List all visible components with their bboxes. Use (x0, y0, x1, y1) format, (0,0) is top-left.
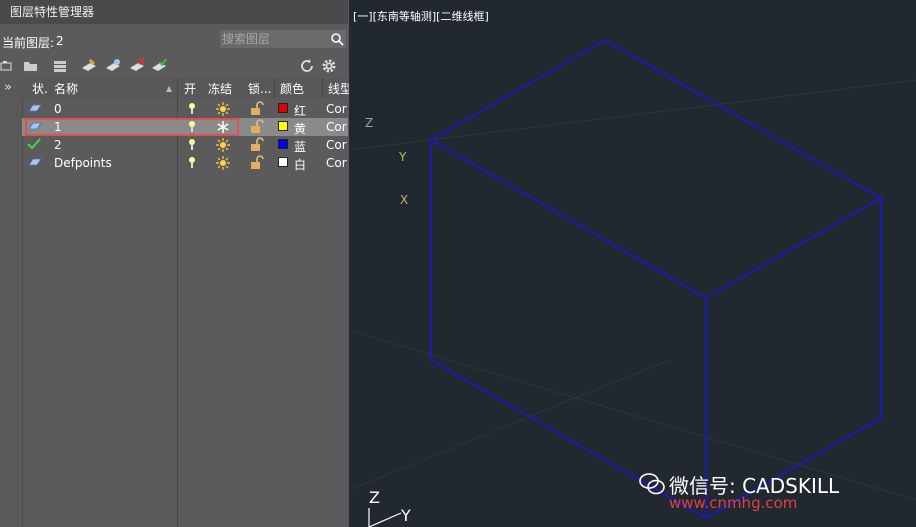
layer-row-0[interactable]: 0 红 Cor (22, 100, 348, 118)
sort-arrow-icon: ▲ (166, 84, 173, 93)
layer-name[interactable]: Defpoints (54, 156, 112, 170)
col-on[interactable]: 开 (184, 80, 196, 97)
new-layer-icon[interactable] (80, 57, 98, 75)
current-layer-label: 当前图层: (2, 36, 55, 50)
color-swatch-blue[interactable] (278, 139, 288, 149)
current-layer-value: 2 (56, 34, 64, 48)
col-name[interactable]: 名称 (54, 80, 78, 97)
new-vp-frozen-layer-icon[interactable] (104, 57, 122, 75)
linetype-name[interactable]: Cor (326, 102, 347, 116)
color-swatch-yellow[interactable] (278, 121, 288, 131)
linetype-name[interactable]: Cor (326, 156, 347, 170)
layer-list: 状. 名称 ▲ 开 冻结 锁... 颜色 线型 0 红 Cor 1 黄 Cor … (22, 78, 352, 527)
group-filter-icon[interactable] (22, 57, 40, 75)
col-lock[interactable]: 锁... (248, 80, 271, 97)
lock-open-icon[interactable] (250, 119, 264, 134)
color-swatch-red[interactable] (278, 103, 288, 113)
search-box[interactable] (220, 30, 346, 48)
linetype-name[interactable]: Cor (326, 120, 347, 134)
layer-status-icon (28, 104, 42, 112)
lock-open-icon[interactable] (250, 101, 264, 116)
current-layer-row: 当前图层: 2 (0, 30, 348, 52)
layer-row-defpoints[interactable]: Defpoints 白 Cor (22, 154, 348, 172)
linetype-name[interactable]: Cor (326, 138, 347, 152)
search-input[interactable] (220, 30, 328, 48)
refresh-icon[interactable] (298, 57, 316, 75)
col-status[interactable]: 状. (32, 80, 48, 97)
axis-label-y: Y (399, 150, 407, 164)
ucs-y-label: Y (401, 506, 411, 525)
drawing-viewport[interactable]: [一][东南等轴测][二维线框] Z Y X Z Y 微信号: CADSKILL… (349, 0, 916, 527)
column-divider (322, 78, 323, 98)
col-freeze[interactable]: 冻结 (208, 80, 232, 97)
sun-thawed-icon[interactable] (216, 102, 230, 116)
bulb-on-icon[interactable] (188, 102, 196, 116)
color-name: 黄 (294, 122, 307, 136)
new-filter-icon[interactable] (0, 57, 18, 75)
expand-icon[interactable]: » (4, 80, 12, 95)
panel-title: 图层特性管理器 (0, 0, 348, 24)
column-divider (274, 78, 275, 98)
bulb-on-icon[interactable] (188, 138, 196, 152)
set-current-icon[interactable] (150, 57, 168, 75)
current-layer-check-icon (27, 138, 41, 150)
layer-name[interactable]: 2 (54, 138, 62, 152)
color-name: 白 (294, 158, 307, 172)
layer-status-icon (28, 158, 42, 166)
bulb-on-icon[interactable] (188, 156, 196, 170)
lock-open-icon[interactable] (250, 137, 264, 152)
isometric-box-model[interactable] (349, 0, 916, 527)
layer-toolbar (0, 54, 348, 78)
search-icon[interactable] (330, 32, 344, 46)
filter-tree-collapsed[interactable]: » (0, 78, 23, 527)
axis-label-z: Z (365, 116, 374, 130)
watermark-site: www.cnmhg.com (669, 494, 798, 512)
layer-properties-panel: 图层特性管理器 当前图层: 2 搜索图层 » 状. 名称 ▲ 开 冻结 锁...… (0, 0, 352, 527)
wechat-icon (639, 473, 665, 495)
lock-open-icon[interactable] (250, 155, 264, 170)
layer-states-icon[interactable] (52, 57, 70, 75)
selection-highlight (25, 118, 239, 136)
ucs-z-label: Z (369, 488, 380, 507)
sun-thawed-icon[interactable] (216, 138, 230, 152)
watermark: 微信号: CADSKILL www.cnmhg.com (639, 470, 839, 512)
axis-label-x: X (400, 193, 409, 207)
layer-list-header: 状. 名称 ▲ 开 冻结 锁... 颜色 线型 (22, 78, 352, 98)
color-name: 红 (294, 104, 307, 118)
settings-gear-icon[interactable] (320, 57, 338, 75)
color-name: 蓝 (294, 140, 307, 154)
delete-layer-icon[interactable] (128, 57, 146, 75)
layer-row-2[interactable]: 2 蓝 Cor (22, 136, 348, 154)
layer-name[interactable]: 0 (54, 102, 62, 116)
color-swatch-white[interactable] (278, 157, 288, 167)
col-color[interactable]: 颜色 (280, 80, 304, 97)
sun-thawed-icon[interactable] (216, 156, 230, 170)
